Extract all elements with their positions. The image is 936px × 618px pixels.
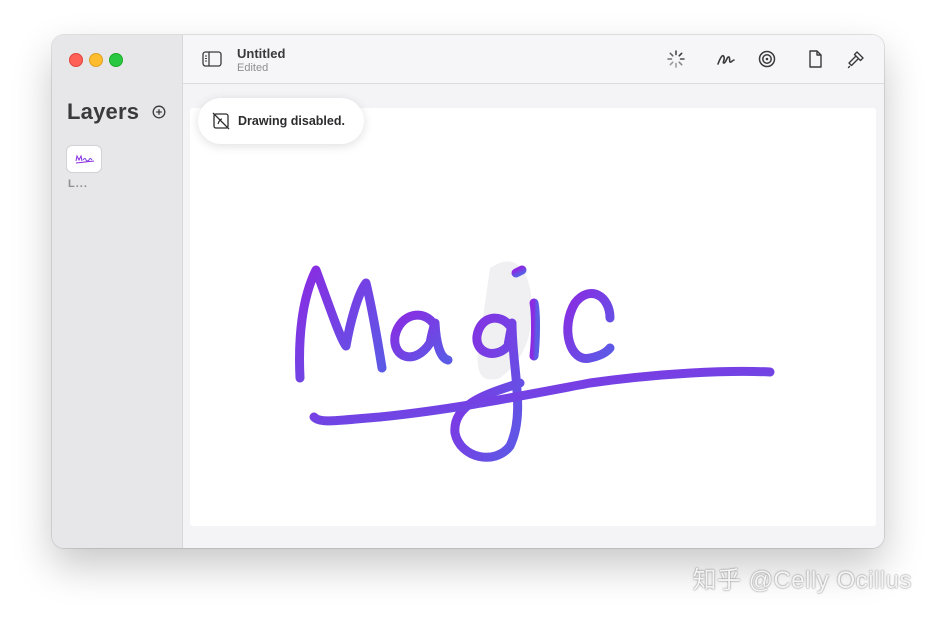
add-layer-icon[interactable] [152, 105, 166, 119]
handwriting-drawing [295, 261, 775, 462]
loading-icon [667, 50, 685, 68]
target-button[interactable] [756, 48, 778, 70]
document-button[interactable] [804, 48, 826, 70]
toast-message: Drawing disabled. [238, 114, 345, 128]
canvas-area [183, 84, 884, 548]
pen-icon [717, 54, 735, 65]
minimize-window-button[interactable] [89, 53, 103, 67]
document-title: Untitled [237, 46, 286, 61]
pen-button[interactable] [715, 48, 737, 70]
document-icon [809, 50, 822, 68]
drawing-canvas[interactable] [190, 108, 876, 526]
target-icon [758, 50, 776, 68]
hammer-icon [847, 51, 864, 69]
close-window-button[interactable] [69, 53, 83, 67]
app-window: Layers L... Untitled Edited Drawing disa… [52, 35, 884, 548]
sidebar: Layers L... [52, 35, 183, 548]
toolbar: Untitled Edited [183, 35, 884, 84]
hammer-button[interactable] [845, 48, 867, 70]
layers-title: Layers [67, 99, 140, 124]
loading-button[interactable] [665, 48, 687, 70]
document-status: Edited [237, 62, 269, 74]
maximize-window-button[interactable] [109, 53, 123, 67]
layer-preview-icon [75, 154, 95, 164]
drawing-disabled-icon [212, 112, 230, 130]
sidebar-toggle-icon[interactable] [202, 50, 222, 68]
layer-name: L... [68, 178, 88, 190]
drawing-disabled-toast: Drawing disabled. [198, 98, 364, 144]
watermark: 知乎 @Celly Ocillus [692, 567, 912, 594]
layer-thumbnail[interactable] [67, 146, 101, 172]
